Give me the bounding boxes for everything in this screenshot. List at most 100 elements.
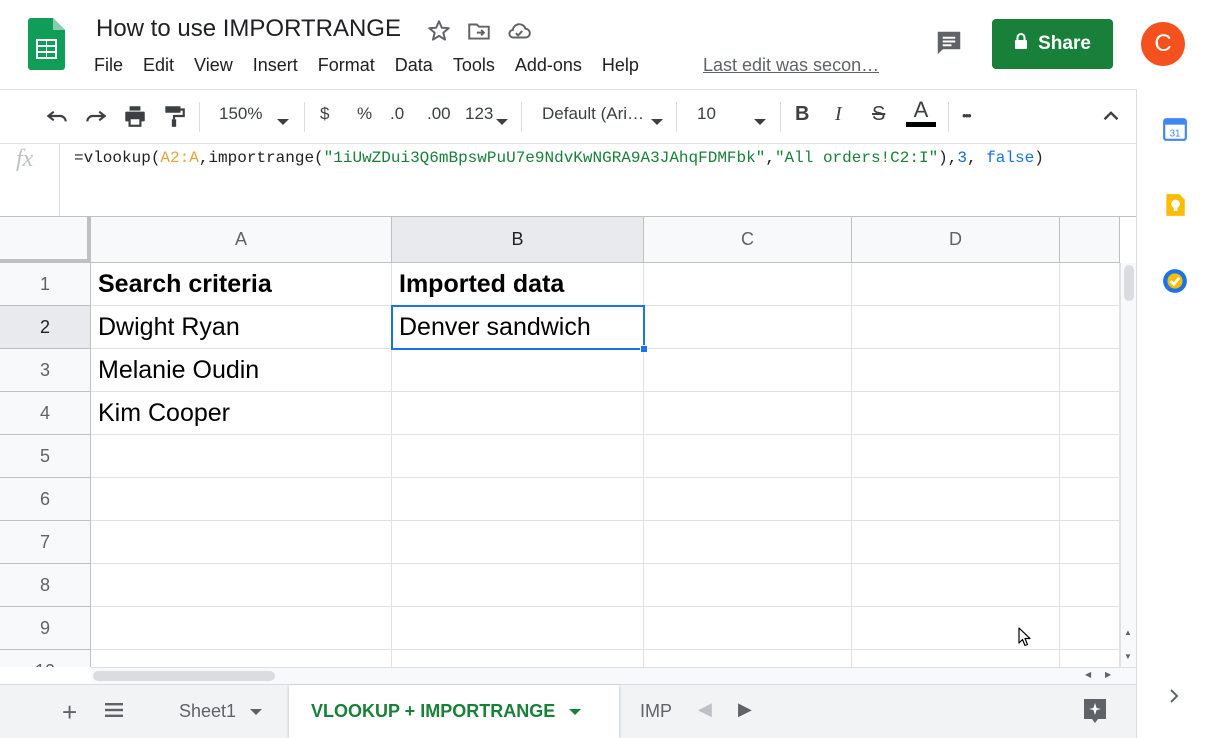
show-side-panel-icon[interactable] [1167, 687, 1181, 711]
row-header-4[interactable]: 4 [0, 392, 91, 435]
column-header-c[interactable]: C [644, 217, 852, 263]
cell-b1[interactable]: Imported data [392, 263, 644, 306]
currency-format-button[interactable]: $ [320, 104, 329, 124]
cell-b2[interactable]: Denver sandwich [392, 306, 644, 349]
cell-d6[interactable] [852, 478, 1060, 521]
vertical-scrollbar[interactable]: ▲ ▼ [1120, 263, 1136, 667]
horizontal-scroll-thumb[interactable] [93, 671, 275, 681]
cell-d8[interactable] [852, 564, 1060, 607]
row-header-1[interactable]: 1 [0, 263, 91, 306]
sheet-tab-vlookup-importrange[interactable]: VLOOKUP + IMPORTRANGE [289, 685, 619, 738]
menu-edit[interactable]: Edit [143, 55, 174, 76]
row-header-10[interactable]: 10 [0, 650, 91, 667]
explore-icon[interactable] [1082, 697, 1108, 725]
cell-a6[interactable] [91, 478, 392, 521]
star-icon[interactable] [426, 18, 452, 44]
cell-e7[interactable] [1060, 521, 1120, 564]
row-header-7[interactable]: 7 [0, 521, 91, 564]
cell-e6[interactable] [1060, 478, 1120, 521]
sheet-tab-dropdown-icon[interactable] [569, 708, 582, 715]
cell-b3[interactable] [392, 349, 644, 392]
cell-c1[interactable] [644, 263, 852, 306]
percent-format-button[interactable]: % [357, 104, 372, 124]
cell-e5[interactable] [1060, 435, 1120, 478]
share-button[interactable]: Share [992, 19, 1113, 69]
scroll-up-arrow-icon[interactable]: ▲ [1124, 628, 1132, 637]
menu-add-ons[interactable]: Add-ons [515, 55, 582, 76]
formula-input[interactable]: =vlookup(A2:A,importrange("1iUwZDui3Q6mB… [74, 149, 1044, 167]
tasks-icon[interactable] [1162, 268, 1188, 294]
cell-e4[interactable] [1060, 392, 1120, 435]
column-header-e[interactable] [1060, 217, 1120, 263]
cell-c7[interactable] [644, 521, 852, 564]
scroll-down-arrow-icon[interactable]: ▼ [1124, 652, 1132, 661]
italic-button[interactable]: I [835, 103, 842, 126]
cell-d7[interactable] [852, 521, 1060, 564]
more-formats-dropdown-icon[interactable] [496, 110, 508, 130]
last-edit-link[interactable]: Last edit was secon… [703, 55, 879, 76]
menu-format[interactable]: Format [318, 55, 375, 76]
cell-e9[interactable] [1060, 607, 1120, 650]
cell-c2[interactable] [644, 306, 852, 349]
print-icon[interactable] [122, 103, 148, 129]
cell-d5[interactable] [852, 435, 1060, 478]
cell-b4[interactable] [392, 392, 644, 435]
font-size-dropdown-icon[interactable] [754, 110, 766, 130]
menu-data[interactable]: Data [395, 55, 433, 76]
cell-e2[interactable] [1060, 306, 1120, 349]
menu-insert[interactable]: Insert [253, 55, 298, 76]
font-size-select[interactable]: 10 [697, 104, 716, 124]
scroll-left-arrow-icon[interactable]: ◀ [1085, 670, 1091, 679]
cell-c10[interactable] [644, 650, 852, 667]
cell-e10[interactable] [1060, 650, 1120, 667]
undo-icon[interactable] [44, 103, 70, 129]
comment-history-icon[interactable] [933, 28, 965, 58]
cell-b6[interactable] [392, 478, 644, 521]
menu-help[interactable]: Help [602, 55, 639, 76]
cell-a10[interactable] [91, 650, 392, 667]
cell-c3[interactable] [644, 349, 852, 392]
text-color-button[interactable]: A [906, 98, 936, 127]
increase-decimals-button[interactable]: .00 [427, 104, 451, 124]
cell-a9[interactable] [91, 607, 392, 650]
menu-view[interactable]: View [194, 55, 233, 76]
column-header-a[interactable]: A [91, 217, 392, 263]
row-header-2[interactable]: 2 [0, 306, 91, 349]
cell-a2[interactable]: Dwight Ryan [91, 306, 392, 349]
cell-a4[interactable]: Kim Cooper [91, 392, 392, 435]
cell-d2[interactable] [852, 306, 1060, 349]
row-header-6[interactable]: 6 [0, 478, 91, 521]
cell-b8[interactable] [392, 564, 644, 607]
row-header-9[interactable]: 9 [0, 607, 91, 650]
font-family-select[interactable]: Default (Ari… [542, 104, 644, 124]
sheet-tab-sheet1[interactable]: Sheet1 [163, 685, 278, 738]
menu-file[interactable]: File [94, 55, 123, 76]
cell-e1[interactable] [1060, 263, 1120, 306]
cell-a3[interactable]: Melanie Oudin [91, 349, 392, 392]
decrease-decimals-button[interactable]: .0 [390, 104, 404, 124]
cloud-saved-icon[interactable] [506, 18, 532, 44]
cell-b10[interactable] [392, 650, 644, 667]
zoom-dropdown-icon[interactable] [277, 110, 289, 130]
row-header-5[interactable]: 5 [0, 435, 91, 478]
scroll-tabs-left-icon[interactable]: ◀ [698, 699, 712, 720]
document-title[interactable]: How to use IMPORTRANGE [96, 15, 401, 43]
cell-b7[interactable] [392, 521, 644, 564]
more-toolbar-button[interactable]: ••• [962, 108, 972, 123]
row-header-3[interactable]: 3 [0, 349, 91, 392]
all-sheets-icon[interactable] [104, 699, 124, 725]
cell-d1[interactable] [852, 263, 1060, 306]
cell-a1[interactable]: Search criteria [91, 263, 392, 306]
sheet-tab-dropdown-icon[interactable] [250, 708, 263, 715]
cell-b9[interactable] [392, 607, 644, 650]
bold-button[interactable]: B [795, 103, 809, 126]
cell-d10[interactable] [852, 650, 1060, 667]
strikethrough-button[interactable]: S [872, 103, 885, 126]
cell-a7[interactable] [91, 521, 392, 564]
fill-handle[interactable] [640, 345, 648, 353]
account-avatar[interactable]: C [1141, 22, 1185, 66]
cell-c9[interactable] [644, 607, 852, 650]
zoom-select[interactable]: 150% [219, 104, 262, 124]
more-formats-button[interactable]: 123 [465, 104, 493, 124]
menu-tools[interactable]: Tools [453, 55, 495, 76]
